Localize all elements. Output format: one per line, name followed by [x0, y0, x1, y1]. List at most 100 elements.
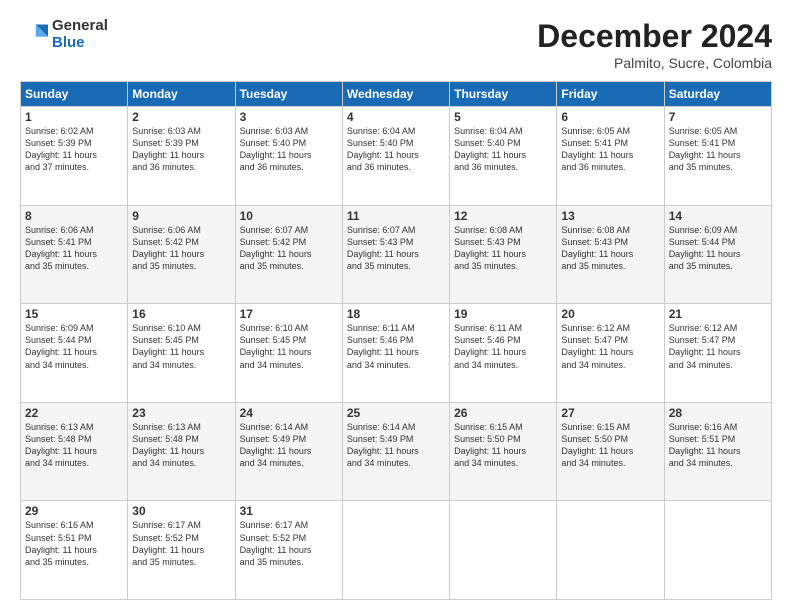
- day-number: 12: [454, 209, 552, 223]
- day-info: Sunrise: 6:14 AMSunset: 5:49 PMDaylight:…: [240, 421, 338, 470]
- day-info: Sunrise: 6:15 AMSunset: 5:50 PMDaylight:…: [454, 421, 552, 470]
- calendar-cell: 5 Sunrise: 6:04 AMSunset: 5:40 PMDayligh…: [450, 107, 557, 206]
- calendar-cell: 22 Sunrise: 6:13 AMSunset: 5:48 PMDaylig…: [21, 402, 128, 501]
- day-number: 31: [240, 504, 338, 518]
- day-number: 17: [240, 307, 338, 321]
- header-sunday: Sunday: [21, 82, 128, 107]
- calendar-cell: 15 Sunrise: 6:09 AMSunset: 5:44 PMDaylig…: [21, 304, 128, 403]
- header-thursday: Thursday: [450, 82, 557, 107]
- day-info: Sunrise: 6:05 AMSunset: 5:41 PMDaylight:…: [669, 125, 767, 174]
- day-info: Sunrise: 6:10 AMSunset: 5:45 PMDaylight:…: [132, 322, 230, 371]
- logo-general-text: General: [52, 18, 108, 35]
- calendar-week-1: 1 Sunrise: 6:02 AMSunset: 5:39 PMDayligh…: [21, 107, 772, 206]
- calendar-week-2: 8 Sunrise: 6:06 AMSunset: 5:41 PMDayligh…: [21, 205, 772, 304]
- day-info: Sunrise: 6:15 AMSunset: 5:50 PMDaylight:…: [561, 421, 659, 470]
- day-info: Sunrise: 6:16 AMSunset: 5:51 PMDaylight:…: [25, 519, 123, 568]
- day-number: 7: [669, 110, 767, 124]
- calendar-cell: 24 Sunrise: 6:14 AMSunset: 5:49 PMDaylig…: [235, 402, 342, 501]
- header-friday: Friday: [557, 82, 664, 107]
- day-info: Sunrise: 6:08 AMSunset: 5:43 PMDaylight:…: [454, 224, 552, 273]
- day-info: Sunrise: 6:12 AMSunset: 5:47 PMDaylight:…: [561, 322, 659, 371]
- calendar-body: 1 Sunrise: 6:02 AMSunset: 5:39 PMDayligh…: [21, 107, 772, 600]
- day-number: 1: [25, 110, 123, 124]
- day-info: Sunrise: 6:02 AMSunset: 5:39 PMDaylight:…: [25, 125, 123, 174]
- calendar-week-3: 15 Sunrise: 6:09 AMSunset: 5:44 PMDaylig…: [21, 304, 772, 403]
- day-number: 3: [240, 110, 338, 124]
- day-number: 21: [669, 307, 767, 321]
- day-info: Sunrise: 6:17 AMSunset: 5:52 PMDaylight:…: [240, 519, 338, 568]
- location-subtitle: Palmito, Sucre, Colombia: [537, 55, 772, 71]
- calendar-cell: 2 Sunrise: 6:03 AMSunset: 5:39 PMDayligh…: [128, 107, 235, 206]
- calendar-week-5: 29 Sunrise: 6:16 AMSunset: 5:51 PMDaylig…: [21, 501, 772, 600]
- calendar-header: Sunday Monday Tuesday Wednesday Thursday…: [21, 82, 772, 107]
- day-number: 11: [347, 209, 445, 223]
- calendar-cell: 30 Sunrise: 6:17 AMSunset: 5:52 PMDaylig…: [128, 501, 235, 600]
- day-number: 10: [240, 209, 338, 223]
- day-number: 20: [561, 307, 659, 321]
- calendar-cell: 21 Sunrise: 6:12 AMSunset: 5:47 PMDaylig…: [664, 304, 771, 403]
- calendar-cell: [664, 501, 771, 600]
- day-info: Sunrise: 6:09 AMSunset: 5:44 PMDaylight:…: [25, 322, 123, 371]
- calendar-cell: 4 Sunrise: 6:04 AMSunset: 5:40 PMDayligh…: [342, 107, 449, 206]
- calendar-cell: 17 Sunrise: 6:10 AMSunset: 5:45 PMDaylig…: [235, 304, 342, 403]
- day-number: 6: [561, 110, 659, 124]
- day-info: Sunrise: 6:11 AMSunset: 5:46 PMDaylight:…: [347, 322, 445, 371]
- page: General Blue December 2024 Palmito, Sucr…: [0, 0, 792, 612]
- day-info: Sunrise: 6:09 AMSunset: 5:44 PMDaylight:…: [669, 224, 767, 273]
- calendar-table: Sunday Monday Tuesday Wednesday Thursday…: [20, 81, 772, 600]
- day-info: Sunrise: 6:13 AMSunset: 5:48 PMDaylight:…: [132, 421, 230, 470]
- calendar-cell: [342, 501, 449, 600]
- day-info: Sunrise: 6:16 AMSunset: 5:51 PMDaylight:…: [669, 421, 767, 470]
- header-row: Sunday Monday Tuesday Wednesday Thursday…: [21, 82, 772, 107]
- day-number: 13: [561, 209, 659, 223]
- month-title: December 2024: [537, 18, 772, 55]
- day-number: 8: [25, 209, 123, 223]
- day-number: 16: [132, 307, 230, 321]
- calendar-cell: 12 Sunrise: 6:08 AMSunset: 5:43 PMDaylig…: [450, 205, 557, 304]
- day-number: 9: [132, 209, 230, 223]
- calendar-cell: 10 Sunrise: 6:07 AMSunset: 5:42 PMDaylig…: [235, 205, 342, 304]
- day-number: 27: [561, 406, 659, 420]
- header-saturday: Saturday: [664, 82, 771, 107]
- day-number: 19: [454, 307, 552, 321]
- day-info: Sunrise: 6:11 AMSunset: 5:46 PMDaylight:…: [454, 322, 552, 371]
- logo-icon: [20, 21, 48, 49]
- day-info: Sunrise: 6:06 AMSunset: 5:41 PMDaylight:…: [25, 224, 123, 273]
- day-info: Sunrise: 6:08 AMSunset: 5:43 PMDaylight:…: [561, 224, 659, 273]
- day-info: Sunrise: 6:13 AMSunset: 5:48 PMDaylight:…: [25, 421, 123, 470]
- day-info: Sunrise: 6:14 AMSunset: 5:49 PMDaylight:…: [347, 421, 445, 470]
- day-info: Sunrise: 6:03 AMSunset: 5:40 PMDaylight:…: [240, 125, 338, 174]
- day-number: 29: [25, 504, 123, 518]
- day-info: Sunrise: 6:05 AMSunset: 5:41 PMDaylight:…: [561, 125, 659, 174]
- calendar-cell: 25 Sunrise: 6:14 AMSunset: 5:49 PMDaylig…: [342, 402, 449, 501]
- day-number: 18: [347, 307, 445, 321]
- calendar-cell: 1 Sunrise: 6:02 AMSunset: 5:39 PMDayligh…: [21, 107, 128, 206]
- logo: General Blue: [20, 18, 108, 51]
- day-info: Sunrise: 6:07 AMSunset: 5:43 PMDaylight:…: [347, 224, 445, 273]
- calendar-cell: 29 Sunrise: 6:16 AMSunset: 5:51 PMDaylig…: [21, 501, 128, 600]
- calendar-cell: 31 Sunrise: 6:17 AMSunset: 5:52 PMDaylig…: [235, 501, 342, 600]
- calendar-cell: 13 Sunrise: 6:08 AMSunset: 5:43 PMDaylig…: [557, 205, 664, 304]
- header-monday: Monday: [128, 82, 235, 107]
- calendar-cell: 9 Sunrise: 6:06 AMSunset: 5:42 PMDayligh…: [128, 205, 235, 304]
- calendar-cell: 26 Sunrise: 6:15 AMSunset: 5:50 PMDaylig…: [450, 402, 557, 501]
- calendar-cell: 11 Sunrise: 6:07 AMSunset: 5:43 PMDaylig…: [342, 205, 449, 304]
- day-number: 28: [669, 406, 767, 420]
- day-number: 5: [454, 110, 552, 124]
- calendar-cell: [557, 501, 664, 600]
- day-info: Sunrise: 6:17 AMSunset: 5:52 PMDaylight:…: [132, 519, 230, 568]
- calendar-cell: 6 Sunrise: 6:05 AMSunset: 5:41 PMDayligh…: [557, 107, 664, 206]
- day-number: 23: [132, 406, 230, 420]
- day-number: 15: [25, 307, 123, 321]
- calendar-week-4: 22 Sunrise: 6:13 AMSunset: 5:48 PMDaylig…: [21, 402, 772, 501]
- calendar-cell: 18 Sunrise: 6:11 AMSunset: 5:46 PMDaylig…: [342, 304, 449, 403]
- day-info: Sunrise: 6:04 AMSunset: 5:40 PMDaylight:…: [454, 125, 552, 174]
- header-wednesday: Wednesday: [342, 82, 449, 107]
- day-number: 2: [132, 110, 230, 124]
- calendar-cell: 14 Sunrise: 6:09 AMSunset: 5:44 PMDaylig…: [664, 205, 771, 304]
- day-number: 26: [454, 406, 552, 420]
- logo-text: General Blue: [52, 18, 108, 51]
- calendar-cell: 20 Sunrise: 6:12 AMSunset: 5:47 PMDaylig…: [557, 304, 664, 403]
- logo-blue-text: Blue: [52, 35, 108, 52]
- day-number: 14: [669, 209, 767, 223]
